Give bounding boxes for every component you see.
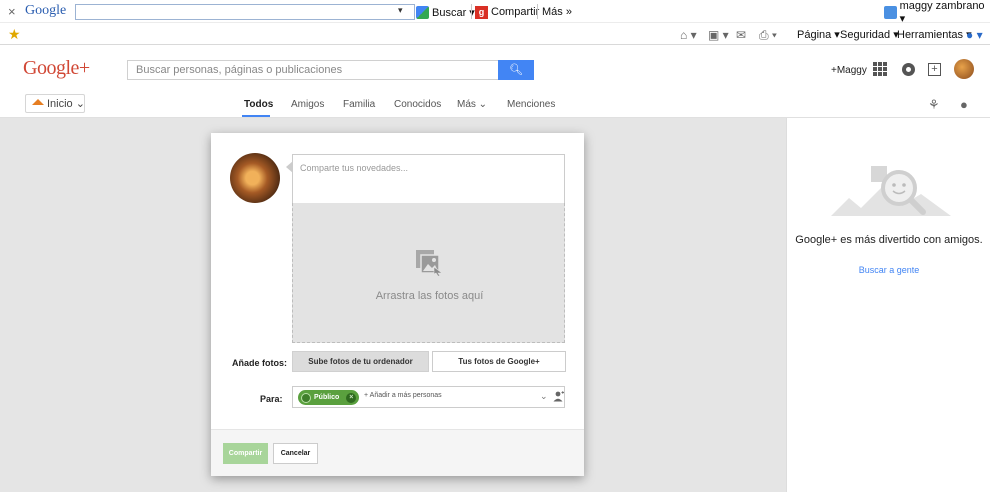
find-people-illustration-icon [831,166,951,216]
search-icon: 🔍︎ [509,64,523,76]
gplus-logo[interactable]: Google+ [23,57,90,80]
add-photos-label: Añade fotos: [232,358,287,368]
post-input[interactable]: Comparte tus novedades... [286,154,565,204]
tab-todos[interactable]: Todos [244,99,273,110]
globe-icon [301,392,311,403]
active-tab-indicator [242,115,270,117]
apps-grid-icon[interactable] [873,62,887,76]
communities-icon[interactable]: ⚘ [928,97,940,113]
remove-chip-icon[interactable]: × [346,392,357,403]
audience-field[interactable]: Público × + Añadir a más personas ⌄ [292,386,565,408]
plus-maggy-link[interactable]: +Maggy [831,65,867,76]
cancel-button[interactable]: Cancelar [273,443,318,464]
help-icon[interactable]: ● ▾ [966,28,983,42]
user-icon [884,5,897,19]
suggestions-panel: Google+ es más divertido con amigos. Bus… [786,118,990,492]
toolbar-divider [471,4,472,19]
google-search-icon [416,5,429,19]
notifications-icon[interactable] [902,63,915,76]
tab-conocidos[interactable]: Conocidos [394,99,441,110]
user-name: maggy zambrano ▾ [899,0,985,25]
toolbar-divider [537,4,538,19]
home-icon [32,98,44,105]
favorites-star-icon[interactable]: ★ [8,26,21,43]
drop-zone-text: Arrastra las fotos aquí [375,290,484,302]
upload-photos-button[interactable]: Sube fotos de tu ordenador [292,351,429,372]
stream-nav: Inicio ⌄ Todos Amigos Familia Conocidos … [0,89,990,118]
share-dialog: Comparte tus novedades... Arrastra las f… [211,133,584,476]
close-toolbar-button[interactable]: × [8,4,16,19]
share-button[interactable]: Compartir [223,443,268,464]
google-photos-button[interactable]: Tus fotos de Google+ [432,351,566,372]
compartir-toolbar-label: Compartir [491,6,540,18]
toolbar-search-input[interactable] [75,4,415,20]
share-icon: g [475,5,488,19]
tab-menciones[interactable]: Menciones [507,99,555,110]
add-person-icon[interactable] [553,391,564,402]
tab-familia[interactable]: Familia [343,99,375,110]
public-chip-label: Público [314,394,340,401]
to-label: Para: [260,394,283,404]
feeds-icon[interactable]: ▣ ▾ [708,28,729,42]
dropdown-arrow-icon[interactable]: ⌄ [540,391,548,402]
share-plus-icon[interactable]: + [928,63,941,76]
gplus-search-input[interactable]: Buscar personas, páginas o publicaciones [127,60,499,80]
tab-amigos[interactable]: Amigos [291,99,324,110]
home-label: Inicio [47,97,73,110]
gplus-search-button[interactable]: 🔍︎ [498,60,534,80]
tab-mas[interactable]: Más ⌄ [457,99,487,110]
image-upload-icon [416,250,443,276]
user-account-button[interactable]: maggy zambrano ▾ [884,0,990,25]
dialog-footer: Compartir Cancelar [211,429,584,476]
add-people-input[interactable]: + Añadir a más personas [364,392,442,399]
hangouts-icon[interactable]: ● [960,97,968,112]
find-people-link[interactable]: Buscar a gente [787,265,990,275]
buscar-label: Buscar ▾ [432,6,475,19]
google-toolbar-logo: Google [25,3,67,18]
avatar [230,153,280,203]
photo-drop-zone[interactable]: Arrastra las fotos aquí [292,203,565,343]
herramientas-menu[interactable]: Herramientas ▾ [897,28,972,41]
toolbar-search-dropdown[interactable]: ▾ [398,5,403,16]
ie-google-toolbar: × Google ▾ Buscar ▾ g Compartir Más » ma… [0,0,990,25]
home-menu-button[interactable]: Inicio ⌄ [25,94,85,113]
chevron-down-icon: ⌄ [75,98,85,110]
mas-button[interactable]: Más » [542,4,572,20]
compartir-toolbar-button[interactable]: g Compartir [475,4,539,20]
ie-command-bar: ★ ⌂ ▾ ▣ ▾ ✉ ⎙ ▾ Página ▾ Seguridad ▾ Her… [0,23,990,45]
home-command-icon[interactable]: ⌂ ▾ [680,28,697,42]
avatar[interactable] [954,59,974,79]
pagina-menu[interactable]: Página ▾ [797,28,840,41]
print-icon[interactable]: ⎙ ▾ [759,28,777,43]
gplus-header: Google+ Buscar personas, páginas o publi… [0,45,990,89]
public-audience-chip[interactable]: Público × [298,390,359,405]
mail-icon[interactable]: ✉ [736,28,746,42]
suggestions-text: Google+ es más divertido con amigos. [795,234,983,246]
buscar-button[interactable]: Buscar ▾ [416,4,475,20]
seguridad-menu[interactable]: Seguridad ▾ [840,28,899,41]
